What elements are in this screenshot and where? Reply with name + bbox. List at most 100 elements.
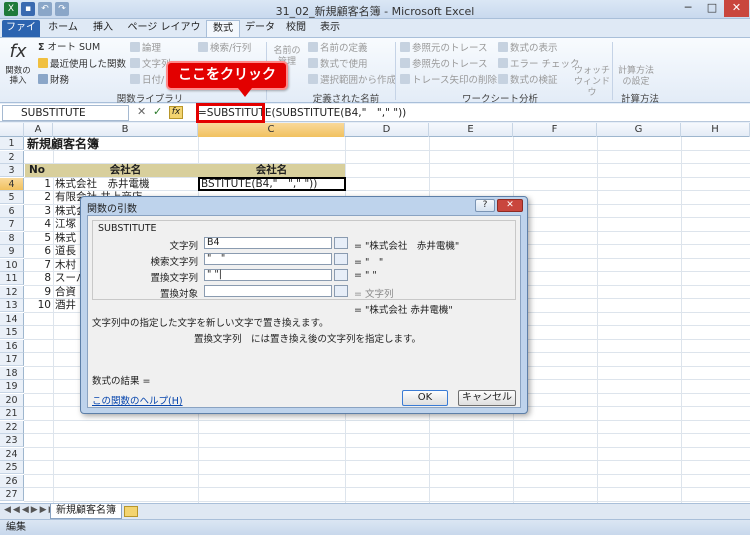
row-header[interactable]: 21 <box>0 407 24 420</box>
define-name-button[interactable]: 名前の定義 <box>308 42 368 55</box>
ok-button[interactable]: OK <box>402 390 448 406</box>
cancel-button[interactable]: キャンセル <box>458 390 516 406</box>
row-header[interactable]: 5 <box>0 191 24 204</box>
sheet-tab[interactable]: 新規顧客名簿 <box>50 504 122 519</box>
row-header[interactable]: 16 <box>0 339 24 353</box>
row-header[interactable]: 26 <box>0 474 24 488</box>
row-number-cell[interactable]: 9 <box>24 286 51 299</box>
select-all-corner[interactable] <box>0 123 24 137</box>
row-header[interactable]: 10 <box>0 258 24 272</box>
row-header[interactable]: 4 <box>0 177 24 191</box>
create-from-selection-button[interactable]: 選択範囲から作成 <box>308 74 396 87</box>
formula-input[interactable]: =SUBSTITUTE(SUBSTITUTE(B4," "," ")) <box>194 104 750 122</box>
company-name-cell[interactable]: 道長 <box>55 245 76 258</box>
show-formulas-button[interactable]: 数式の表示 <box>498 42 558 55</box>
column-header[interactable]: D <box>345 123 429 137</box>
tab-page-layout[interactable]: ページ レイアウト <box>124 20 204 49</box>
row-header[interactable]: 14 <box>0 312 24 326</box>
tab-data[interactable]: データ <box>242 20 278 37</box>
row-header[interactable]: 12 <box>0 285 24 299</box>
function-help-link[interactable]: この関数のヘルプ(H) <box>92 393 183 407</box>
column-header[interactable]: B <box>53 123 198 137</box>
row-header[interactable]: 7 <box>0 218 24 231</box>
column-header[interactable]: A <box>24 123 53 137</box>
row-header[interactable]: 1 <box>0 137 24 150</box>
financial-button[interactable]: 財務 <box>38 74 69 87</box>
tab-insert[interactable]: 挿入 <box>86 20 120 37</box>
row-header[interactable]: 3 <box>0 164 24 177</box>
datetime-button[interactable]: 日付/ <box>130 74 164 87</box>
tab-formulas[interactable]: 数式 <box>206 20 240 37</box>
row-header[interactable]: 24 <box>0 447 24 461</box>
row-number-cell[interactable]: 7 <box>24 259 51 272</box>
remove-arrows-button[interactable]: トレース矢印の削除 <box>400 74 497 87</box>
enter-icon[interactable]: ✓ <box>153 105 162 118</box>
recent-functions-button[interactable]: 最近使用した関数 <box>38 58 126 71</box>
watch-window-button[interactable]: ウォッチ ウィンドウ <box>574 66 610 99</box>
row-header[interactable]: 18 <box>0 366 24 380</box>
column-header[interactable]: E <box>429 123 513 137</box>
row-header[interactable]: 11 <box>0 272 24 285</box>
dialog-close-button[interactable]: ✕ <box>497 199 523 212</box>
insert-function-icon[interactable]: fx <box>169 106 183 119</box>
row-header[interactable]: 25 <box>0 461 24 474</box>
autosum-button[interactable]: Σ オート SUM <box>38 42 100 54</box>
row-header[interactable]: 23 <box>0 434 24 447</box>
tab-home[interactable]: ホーム <box>44 20 82 37</box>
company-name-cell[interactable]: 江塚 <box>55 218 76 231</box>
company-name-cell[interactable]: 合資 <box>55 286 76 299</box>
range-select-icon[interactable] <box>334 269 348 281</box>
use-in-formula-button[interactable]: 数式で使用 <box>308 58 368 71</box>
minimize-button[interactable]: ─ <box>676 0 700 17</box>
arg-input-replace[interactable]: " "| <box>204 269 332 281</box>
evaluate-formula-button[interactable]: 数式の検証 <box>498 74 558 87</box>
row-number-cell[interactable]: 5 <box>24 232 51 245</box>
trace-precedents-button[interactable]: 参照元のトレース <box>400 42 488 55</box>
tab-review[interactable]: 校閲 <box>280 20 312 37</box>
row-number-cell[interactable]: 2 <box>24 191 51 204</box>
arg-input-text[interactable]: B4 <box>204 237 332 249</box>
new-sheet-icon[interactable] <box>124 506 138 517</box>
column-header[interactable]: C <box>198 123 345 137</box>
maximize-button[interactable]: □ <box>700 0 724 17</box>
cancel-icon[interactable]: ✕ <box>137 105 146 118</box>
row-number-cell[interactable]: 1 <box>24 178 51 191</box>
row-header[interactable]: 8 <box>0 231 24 245</box>
row-header[interactable]: 27 <box>0 488 24 501</box>
range-select-icon[interactable] <box>334 253 348 265</box>
close-button[interactable]: ✕ <box>724 0 749 17</box>
company-name-cell[interactable]: 株式会社 赤井電機 <box>55 178 150 191</box>
active-cell[interactable]: BSTITUTE(B4," "," ")) <box>198 177 346 191</box>
lookup-button[interactable]: 検索/行列 <box>198 42 251 55</box>
logical-button[interactable]: 論理 <box>130 42 161 55</box>
error-check-button[interactable]: エラー チェック <box>498 58 580 71</box>
column-header[interactable]: G <box>597 123 681 137</box>
row-header[interactable]: 19 <box>0 380 24 393</box>
arg-input-instance[interactable] <box>204 285 332 297</box>
arg-input-find[interactable]: " " <box>204 253 332 265</box>
row-header[interactable]: 13 <box>0 299 24 312</box>
calc-options-button[interactable]: 計算方法の設定 <box>616 66 656 88</box>
text-functions-button[interactable]: 文字列 <box>130 58 171 71</box>
row-number-cell[interactable]: 3 <box>24 205 51 218</box>
row-header[interactable]: 17 <box>0 353 24 366</box>
row-header[interactable]: 22 <box>0 420 24 434</box>
trace-dependents-button[interactable]: 参照先のトレース <box>400 58 488 71</box>
row-header[interactable]: 20 <box>0 393 24 407</box>
company-name-cell[interactable]: 株式 <box>55 232 76 245</box>
row-number-cell[interactable]: 10 <box>24 299 51 312</box>
tab-view[interactable]: 表示 <box>314 20 346 37</box>
range-select-icon[interactable] <box>334 237 348 249</box>
row-header[interactable]: 2 <box>0 150 24 164</box>
insert-function-button[interactable]: 関数の挿入 <box>2 66 34 86</box>
range-select-icon[interactable] <box>334 285 348 297</box>
column-header[interactable]: F <box>513 123 597 137</box>
row-number-cell[interactable]: 4 <box>24 218 51 231</box>
name-box[interactable]: SUBSTITUTE <box>2 105 129 121</box>
tab-file[interactable]: ファイル <box>2 20 40 49</box>
row-header[interactable]: 6 <box>0 204 24 218</box>
help-button[interactable]: ? <box>475 199 495 212</box>
row-header[interactable]: 15 <box>0 326 24 339</box>
row-number-cell[interactable]: 8 <box>24 272 51 285</box>
row-header[interactable]: 9 <box>0 245 24 258</box>
